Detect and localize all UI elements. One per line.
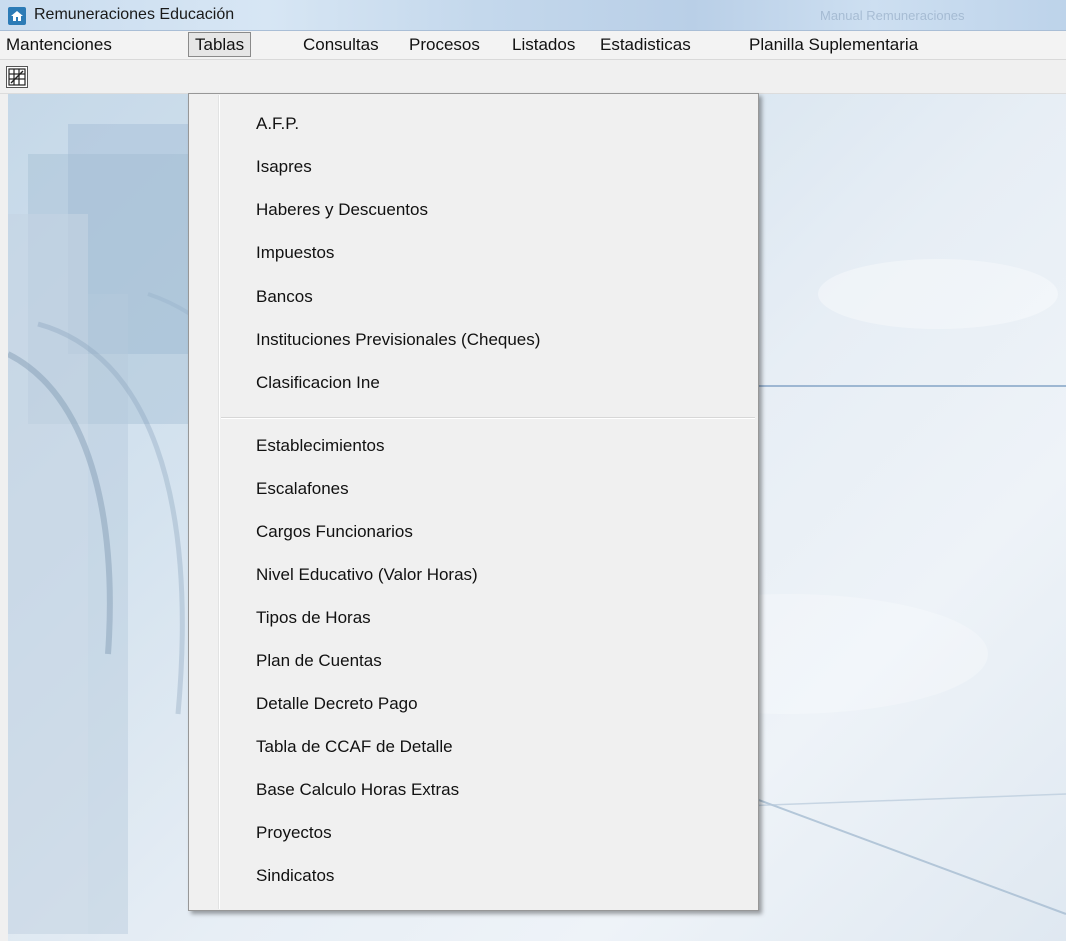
menu-item-impuestos[interactable]: Impuestos (256, 243, 334, 263)
toolbar-button[interactable] (6, 66, 28, 88)
grid-toolbar-icon (8, 68, 26, 86)
title-bar: Remuneraciones Educación Manual Remunera… (0, 0, 1066, 31)
toolbar (0, 60, 1066, 94)
menu-procesos[interactable]: Procesos (403, 32, 486, 57)
menu-item-bancos[interactable]: Bancos (256, 287, 313, 307)
menu-item-clasificacion-ine[interactable]: Clasificacion Ine (256, 373, 380, 393)
menu-item-escalafones[interactable]: Escalafones (256, 479, 349, 499)
menu-item-haberes-descuentos[interactable]: Haberes y Descuentos (256, 200, 428, 220)
menu-item-sindicatos[interactable]: Sindicatos (256, 866, 334, 886)
menu-item-isapres[interactable]: Isapres (256, 157, 312, 177)
menu-item-detalle-decreto-pago[interactable]: Detalle Decreto Pago (256, 694, 418, 714)
background-caption: Manual Remuneraciones (820, 8, 965, 23)
menu-separator (221, 417, 755, 419)
tablas-dropdown-menu: A.F.P. Isapres Haberes y Descuentos Impu… (188, 93, 759, 911)
menu-item-afp[interactable]: A.F.P. (256, 114, 299, 134)
window-title: Remuneraciones Educación (34, 6, 235, 23)
menu-item-cargos-funcionarios[interactable]: Cargos Funcionarios (256, 522, 413, 542)
menu-item-establecimientos[interactable]: Establecimientos (256, 436, 385, 456)
menu-item-nivel-educativo[interactable]: Nivel Educativo (Valor Horas) (256, 565, 478, 585)
menu-listados[interactable]: Listados (506, 32, 581, 57)
menu-icon-gutter (218, 95, 220, 909)
menu-item-tabla-ccaf-detalle[interactable]: Tabla de CCAF de Detalle (256, 737, 453, 757)
menu-tablas[interactable]: Tablas (188, 32, 252, 57)
menu-bar: Mantenciones Tablas Consultas Procesos L… (0, 31, 1066, 60)
workspace-edge (0, 94, 8, 941)
menu-mantenciones[interactable]: Mantenciones (0, 32, 118, 57)
menu-item-tipos-de-horas[interactable]: Tipos de Horas (256, 608, 371, 628)
menu-item-proyectos[interactable]: Proyectos (256, 823, 332, 843)
menu-estadisticas[interactable]: Estadisticas (594, 32, 697, 57)
menu-planilla-suplementaria[interactable]: Planilla Suplementaria (743, 32, 924, 57)
menu-consultas[interactable]: Consultas (297, 32, 385, 57)
menu-item-base-calculo-horas-extras[interactable]: Base Calculo Horas Extras (256, 780, 459, 800)
app-icon (8, 7, 26, 25)
menu-item-instituciones-previsionales[interactable]: Instituciones Previsionales (Cheques) (256, 330, 540, 350)
menu-item-plan-de-cuentas[interactable]: Plan de Cuentas (256, 651, 382, 671)
